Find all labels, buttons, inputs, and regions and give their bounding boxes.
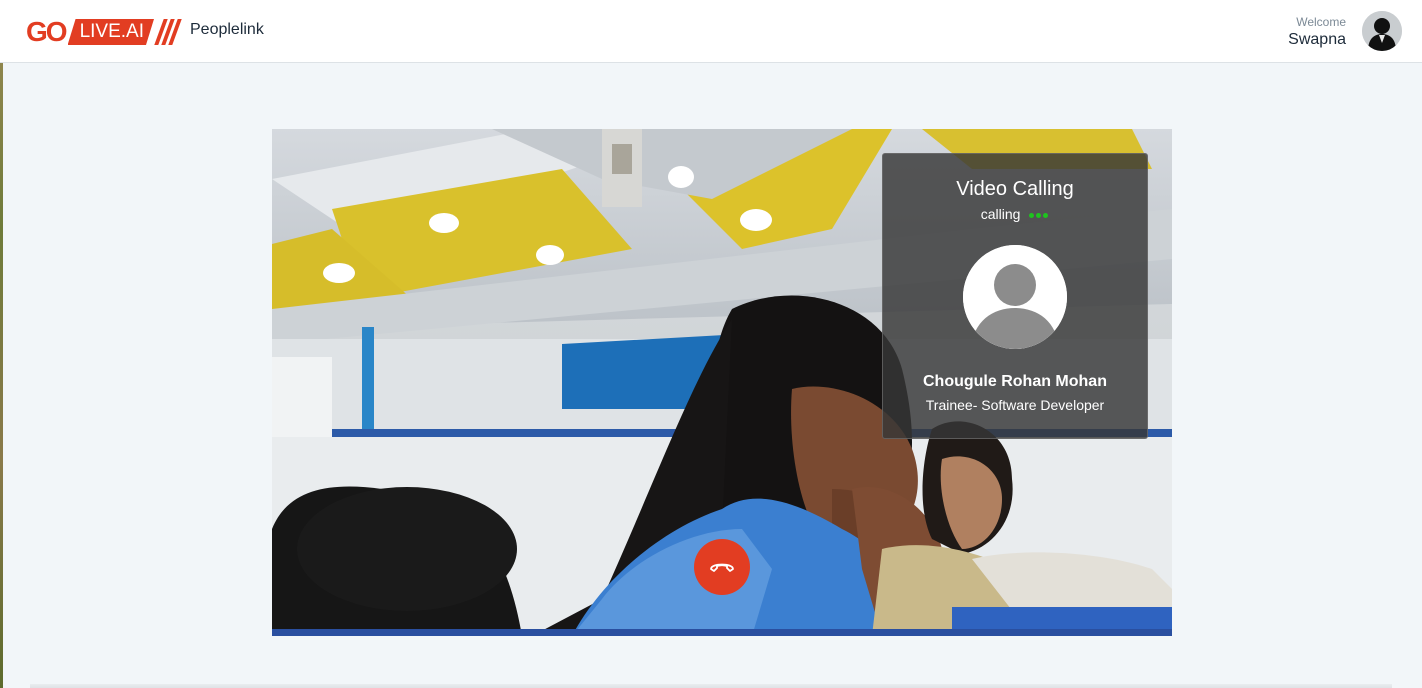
user-avatar-icon[interactable] [1362, 11, 1402, 51]
welcome-label: Welcome [1296, 15, 1346, 29]
footer-edge [30, 684, 1392, 688]
default-user-avatar-icon [963, 245, 1067, 349]
call-status-line: calling [883, 206, 1147, 222]
callee-role: Trainee- Software Developer [925, 397, 1105, 413]
left-edge-strip [0, 0, 3, 688]
brand-name: Peoplelink [190, 21, 264, 38]
video-calling-card: Video Calling calling Chougule Rohan Moh… [882, 153, 1148, 439]
calling-dots-indicator [1028, 206, 1049, 222]
logo-live-text: LIVE.AI [68, 19, 154, 45]
top-navbar: GO LIVE.AI Peoplelink Welcome Swapna [0, 0, 1422, 63]
logo-slashes [154, 19, 182, 45]
callee-name: Chougule Rohan Mohan [923, 373, 1107, 390]
call-status-text: calling [980, 206, 1021, 222]
call-title: Video Calling [956, 178, 1074, 200]
golive-logo[interactable]: GO LIVE.AI [26, 16, 182, 47]
video-feed: Video Calling calling Chougule Rohan Moh… [272, 129, 1172, 636]
hangup-button[interactable] [694, 539, 750, 595]
phone-hangup-icon [710, 563, 734, 572]
logo-go-text: GO [26, 16, 68, 47]
user-name[interactable]: Swapna [1288, 31, 1346, 49]
